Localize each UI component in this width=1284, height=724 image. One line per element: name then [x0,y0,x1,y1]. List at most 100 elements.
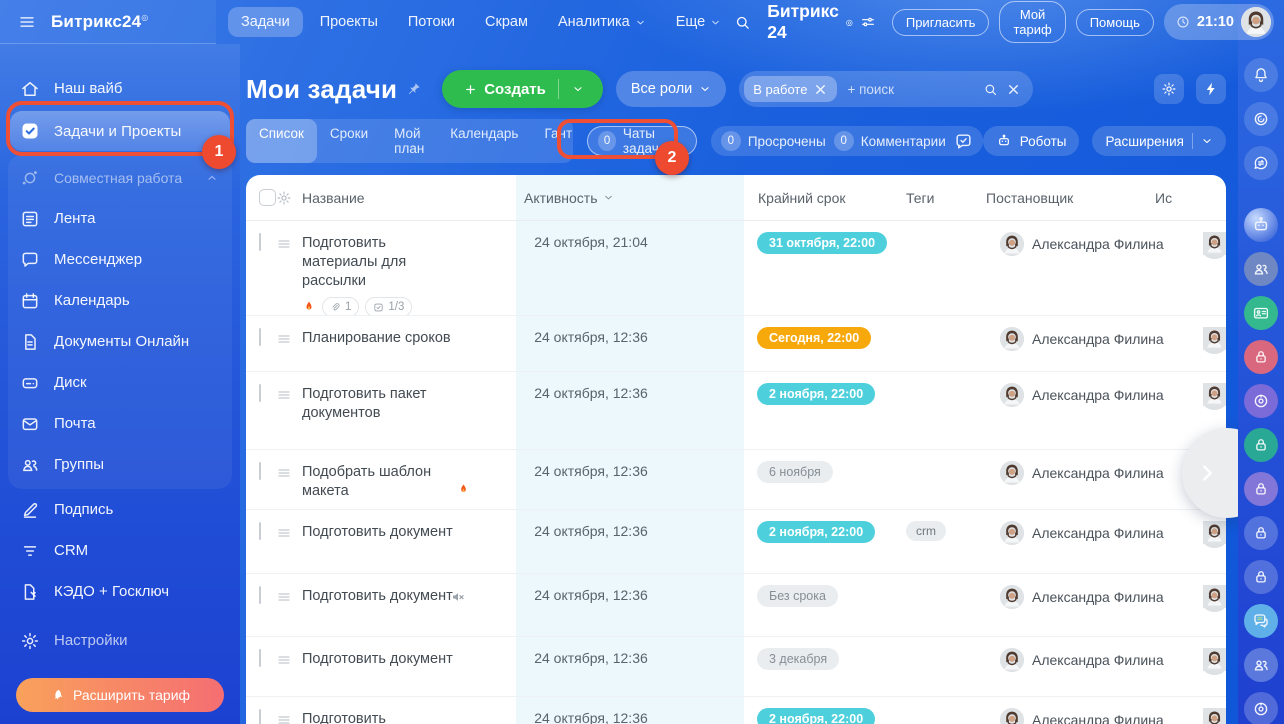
bell-icon[interactable] [1244,58,1278,92]
task-title[interactable]: Подготовить документ [302,637,516,696]
deadline-badge[interactable]: 31 октября, 22:00 [757,232,888,254]
lock-icon[interactable] [1244,472,1278,506]
creator-name[interactable]: Александра Филина [1032,383,1164,403]
task-row-5[interactable]: Подготовить документ 24 октября, 12:36 Без… [246,573,1226,636]
app-logo[interactable]: Битрикс24◎ [51,12,148,32]
chat-transfer-icon[interactable] [1244,146,1278,180]
nav-item-3[interactable]: Скрам [472,7,541,37]
deadline-badge[interactable]: 2 ноября, 22:00 [757,521,876,543]
task-row-0[interactable]: Подготовить материалы для рассылки 1 1/3 24… [246,221,1226,315]
row-checkbox[interactable] [259,233,261,251]
ai-robot-avatar[interactable] [1244,208,1278,242]
task-row-1[interactable]: Планирование сроков 24 октября, 12:36 Сего… [246,315,1226,371]
sidebar-item-sign[interactable]: Подпись [0,489,240,530]
sidebar-item-calendar[interactable]: Календарь [8,280,232,321]
filter-chip-in-progress[interactable]: В работе [744,76,838,102]
row-checkbox[interactable] [259,384,261,402]
sidebar-item-docs[interactable]: Документы Онлайн [8,321,232,362]
sidebar-item-mail[interactable]: Почта [8,403,232,444]
deadline-badge[interactable]: 3 декабря [757,648,840,670]
counter-2[interactable]: 0 Комментарии [833,131,946,151]
deadline-badge[interactable]: 6 ноября [757,461,833,483]
column-header-deadline[interactable]: Крайний срок [744,190,894,206]
drag-handle-icon[interactable] [276,652,292,668]
copilot-icon[interactable] [1244,102,1278,136]
row-checkbox[interactable] [259,586,261,604]
grid-settings-button[interactable] [1154,74,1184,104]
disc-icon[interactable] [1244,692,1278,724]
user-avatar[interactable] [1241,7,1271,37]
task-title[interactable]: Планирование сроков [302,316,516,371]
paperclip-chip[interactable]: 1 [322,297,360,315]
boost-button[interactable] [1196,74,1226,104]
task-title[interactable]: Подготовить [302,697,516,724]
row-checkbox[interactable] [259,649,261,667]
help-button[interactable]: Помощь [1075,8,1154,36]
creator-name[interactable]: Александра Филина [1032,648,1164,668]
deadline-badge[interactable]: Сегодня, 22:00 [757,327,872,349]
checklist-chip[interactable]: 1/3 [365,297,413,315]
search-icon[interactable] [983,82,998,97]
task-row-3[interactable]: Подобрать шаблон макета 24 октября, 12:36… [246,449,1226,509]
task-tag[interactable]: crm [906,521,946,541]
tab-список[interactable]: Список [246,119,317,163]
sidebar-item-collab[interactable]: Совместная работа [8,157,232,198]
nav-item-4[interactable]: Аналитика [545,7,659,37]
task-row-4[interactable]: Подготовить документ 24 октября, 12:36 2 н… [246,509,1226,573]
robots-button[interactable]: Роботы [982,126,1080,156]
column-header-executor[interactable]: Ис [1147,190,1226,206]
row-checkbox[interactable] [259,709,261,724]
upgrade-plan-button[interactable]: Расширить тариф [16,678,224,712]
creator-name[interactable]: Александра Филина [1032,327,1164,347]
drag-handle-icon[interactable] [276,712,292,724]
creator-name[interactable]: Александра Филина [1032,232,1164,252]
task-title[interactable]: Подобрать шаблон макета [302,450,516,509]
drag-handle-icon[interactable] [276,589,292,605]
lock-icon[interactable] [1244,340,1278,374]
creator-name[interactable]: Александра Филина [1032,585,1164,605]
column-header-activity[interactable]: Активность [516,175,744,220]
select-all-checkbox[interactable] [259,189,276,206]
drag-handle-icon[interactable] [276,465,292,481]
brand-logo[interactable]: Битрикс 24 ◎ [767,1,876,43]
roles-filter-button[interactable]: Все роли [615,71,727,107]
column-header-creator[interactable]: Постановщик [972,190,1147,206]
my-plan-button[interactable]: Мой тариф [999,1,1066,43]
disc-icon[interactable] [1244,384,1278,418]
work-timer[interactable]: 21:10 [1163,4,1274,40]
column-header-tags[interactable]: Теги [894,190,972,206]
task-title[interactable]: Подготовить пакет документов [302,372,516,449]
id-card-icon[interactable] [1244,296,1278,330]
create-task-button[interactable]: Создать [442,70,603,108]
grid-gear-icon[interactable] [276,190,292,206]
extensions-button[interactable]: Расширения [1092,126,1226,156]
search-bar[interactable]: В работе [739,71,1034,107]
task-title[interactable]: Подготовить документ [302,574,516,636]
sidebar-item-vibe[interactable]: Наш вайб [0,68,240,109]
people-icon[interactable] [1244,252,1278,286]
sidebar-item-feed[interactable]: Лента [8,198,232,239]
search-input[interactable] [845,80,976,98]
sidebar-item-kedo[interactable]: КЭДО + Госключ [0,571,240,612]
deadline-badge[interactable]: 2 ноября, 22:00 [757,708,876,724]
drag-handle-icon[interactable] [276,331,292,347]
task-row-7[interactable]: Подготовить 24 октября, 12:36 2 ноября, 22… [246,696,1226,724]
counter-1[interactable]: 0 Просрочены [720,131,826,151]
search-icon[interactable] [734,14,751,31]
sidebar-item-messenger[interactable]: Мессенджер [8,239,232,280]
task-title[interactable]: Подготовить документ [302,510,516,573]
nav-item-5[interactable]: Еще [663,7,735,37]
deadline-badge[interactable]: Без срока [757,585,838,607]
creator-name[interactable]: Александра Филина [1032,708,1164,724]
lock-icon[interactable] [1244,560,1278,594]
tab-сроки[interactable]: Сроки [317,119,381,163]
creator-name[interactable]: Александра Филина [1032,521,1164,541]
nav-item-0[interactable]: Задачи [228,7,303,37]
tab-мой-план[interactable]: Мой план [381,119,437,163]
chevron-up-icon[interactable] [206,172,218,184]
chat-check-icon[interactable] [954,132,973,151]
deadline-badge[interactable]: 2 ноября, 22:00 [757,383,876,405]
row-checkbox[interactable] [259,328,261,346]
sidebar-item-settings[interactable]: Настройки [0,620,240,661]
drag-handle-icon[interactable] [276,387,292,403]
